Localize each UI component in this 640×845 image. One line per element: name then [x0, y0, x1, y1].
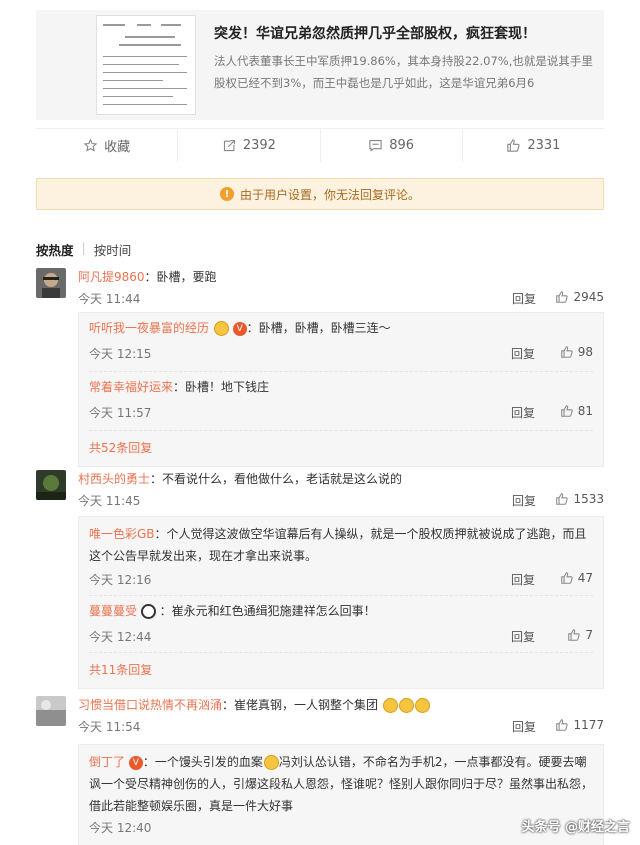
reply-username[interactable]: 倒丁了: [89, 755, 125, 769]
vip-badge-icon: V: [232, 321, 247, 336]
reply-text: ：卧槽，卧槽，卧槽三连～: [246, 321, 391, 335]
comment-like-count: 2945: [573, 290, 604, 304]
comment-like-count: 1177: [573, 718, 604, 732]
comment-username[interactable]: 阿凡提9860: [78, 270, 145, 284]
reply-disabled-notice: ! 由于用户设置，你无法回复评论。: [36, 178, 604, 210]
reply-text: ：卧槽！地下钱庄: [173, 380, 270, 394]
thumbs-up-icon: [560, 405, 573, 417]
reply-list: 听听我一夜暴富的经历 V ：卧槽，卧槽，卧槽三连～ 今天 12:15 回复 98 …: [78, 312, 604, 467]
reply-button[interactable]: 回复: [511, 628, 535, 645]
thumbs-up-icon: [556, 291, 569, 303]
emoji-icon: [414, 698, 430, 713]
reply-button[interactable]: 回复: [511, 404, 535, 421]
reply-like-button[interactable]: 98: [560, 345, 593, 359]
reply-time: 今天 11:57: [89, 406, 152, 420]
comment-text: ：不看说什么，看他做什么，老话就是这么说的: [150, 472, 403, 486]
notice-text: 由于用户设置，你无法回复评论。: [239, 187, 420, 202]
thumbs-up-icon: [560, 572, 573, 584]
comment-time: 今天 11:54: [78, 720, 141, 734]
reply-button[interactable]: 回复: [511, 345, 535, 362]
emoji-icon: [213, 321, 229, 336]
reply-like-count: 98: [577, 345, 593, 359]
reply-like-button[interactable]: 7: [567, 628, 593, 642]
article-title[interactable]: 突发！华谊兄弟忽然质押几乎全部股权，疯狂套现！: [214, 24, 604, 44]
reply-button[interactable]: 回复: [511, 571, 535, 588]
reply-like-count: 81: [577, 404, 593, 418]
reply-time: 今天 12:44: [89, 630, 152, 644]
avatar[interactable]: [36, 470, 66, 500]
emoji-icon: [382, 698, 398, 713]
reply-text: ：一个馒头引发的血案: [142, 755, 263, 769]
reply-item: 蔓蔓蔓受 ：崔永元和红色通缉犯施建祥怎么回事！ 今天 12:44 回复 7: [79, 596, 603, 648]
reply-like-count: 7: [585, 628, 593, 642]
comment-username[interactable]: 习惯当借口说热情不再汹涌: [78, 698, 222, 712]
star-icon: [83, 138, 98, 152]
thumbs-up-icon: [556, 719, 569, 731]
comment-count: 896: [389, 138, 415, 153]
view-more-replies-link[interactable]: 共11条回复: [79, 653, 603, 688]
thumbs-up-icon: [556, 493, 569, 505]
tab-separator: |: [81, 240, 86, 255]
comment-time: 今天 11:44: [78, 292, 141, 306]
article-thumbnail: [96, 15, 196, 115]
article-card[interactable]: 突发！华谊兄弟忽然质押几乎全部股权，疯狂套现！ 法人代表董事长王中军质押19.8…: [36, 10, 604, 120]
reply-button[interactable]: 回复: [512, 290, 536, 307]
reply-username[interactable]: 蔓蔓蔓受: [89, 604, 137, 618]
reply-list: 唯一色彩GB：个人觉得这波做空华谊幕后有人操纵，就是一个股权质押就被说成了逃跑，…: [78, 516, 604, 689]
weibo-comment-page: 突发！华谊兄弟忽然质押几乎全部股权，疯狂套现！ 法人代表董事长王中军质押19.8…: [0, 0, 640, 845]
tab-sort-hot[interactable]: 按热度: [36, 240, 74, 259]
comment-like-button[interactable]: 1177: [555, 718, 604, 732]
comment-time: 今天 11:45: [78, 494, 141, 508]
tab-sort-time[interactable]: 按时间: [94, 240, 132, 259]
panda-emoji-icon: [140, 604, 156, 619]
action-bar: 收藏 2392 896 2331: [36, 128, 604, 162]
emoji-icon: [263, 755, 279, 770]
reply-item: 常着幸福好运来：卧槽！地下钱庄 今天 11:57 回复 81: [79, 372, 603, 424]
comment-button[interactable]: 896: [321, 129, 463, 162]
reply-time: 今天 12:40: [89, 821, 152, 835]
reply-username[interactable]: 常着幸福好运来: [89, 380, 173, 394]
reply-button[interactable]: 回复: [512, 718, 536, 735]
thumbs-up-icon: [560, 346, 573, 358]
reply-button[interactable]: 回复: [512, 492, 536, 509]
comment-sort-tabs: 按热度 | 按时间: [36, 240, 131, 259]
reply-like-count: 47: [577, 571, 593, 585]
comment-text: ：崔佬真钢，一人钢整个集团: [222, 698, 379, 712]
reply-username[interactable]: 唯一色彩GB: [89, 527, 155, 541]
reply-time: 今天 12:15: [89, 347, 152, 361]
favorite-label: 收藏: [104, 140, 131, 155]
article-summary: 法人代表董事长王中军质押19.86%，其本身持股22.07%,也就是说其手里股权…: [214, 54, 593, 90]
reply-item: 唯一色彩GB：个人觉得这波做空华谊幕后有人操纵，就是一个股权质押就被说成了逃跑，…: [79, 517, 603, 591]
favorite-button[interactable]: 收藏: [36, 129, 179, 162]
reply-like-button[interactable]: 81: [560, 404, 593, 418]
thumbs-up-icon: [568, 629, 581, 641]
repost-icon: [223, 139, 235, 152]
reply-text: ：个人觉得这波做空华谊幕后有人操纵，就是一个股权质押就被说成了逃跑，而且这个公告…: [89, 527, 587, 563]
reply-item: 听听我一夜暴富的经历 V ：卧槽，卧槽，卧槽三连～ 今天 12:15 回复 98: [79, 313, 603, 365]
like-count: 2331: [527, 138, 561, 153]
comment-like-button[interactable]: 2945: [555, 290, 604, 304]
thumbs-up-icon: [507, 139, 520, 152]
comment-username[interactable]: 村西头的勇士: [78, 472, 150, 486]
repost-count: 2392: [242, 138, 276, 153]
warning-icon: !: [219, 187, 234, 201]
repost-button[interactable]: 2392: [178, 129, 321, 162]
view-more-replies-link[interactable]: 共52条回复: [79, 431, 603, 466]
vip-badge-icon: V: [128, 755, 143, 770]
reply-username[interactable]: 听听我一夜暴富的经历: [89, 321, 209, 335]
avatar[interactable]: [36, 696, 66, 726]
like-button[interactable]: 2331: [463, 129, 604, 162]
reply-text: ：崔永元和红色通缉犯施建祥怎么回事！: [159, 604, 376, 618]
comment-icon: [369, 139, 382, 152]
comment-like-count: 1533: [573, 492, 604, 506]
avatar[interactable]: [36, 268, 66, 298]
comment-text: ：卧槽，要跑: [144, 270, 217, 284]
comment-like-button[interactable]: 1533: [555, 492, 604, 506]
reply-like-button[interactable]: 47: [560, 571, 593, 585]
emoji-icon: [398, 698, 414, 713]
reply-time: 今天 12:16: [89, 573, 152, 587]
watermark: 头条号 @财经之言: [521, 820, 630, 835]
